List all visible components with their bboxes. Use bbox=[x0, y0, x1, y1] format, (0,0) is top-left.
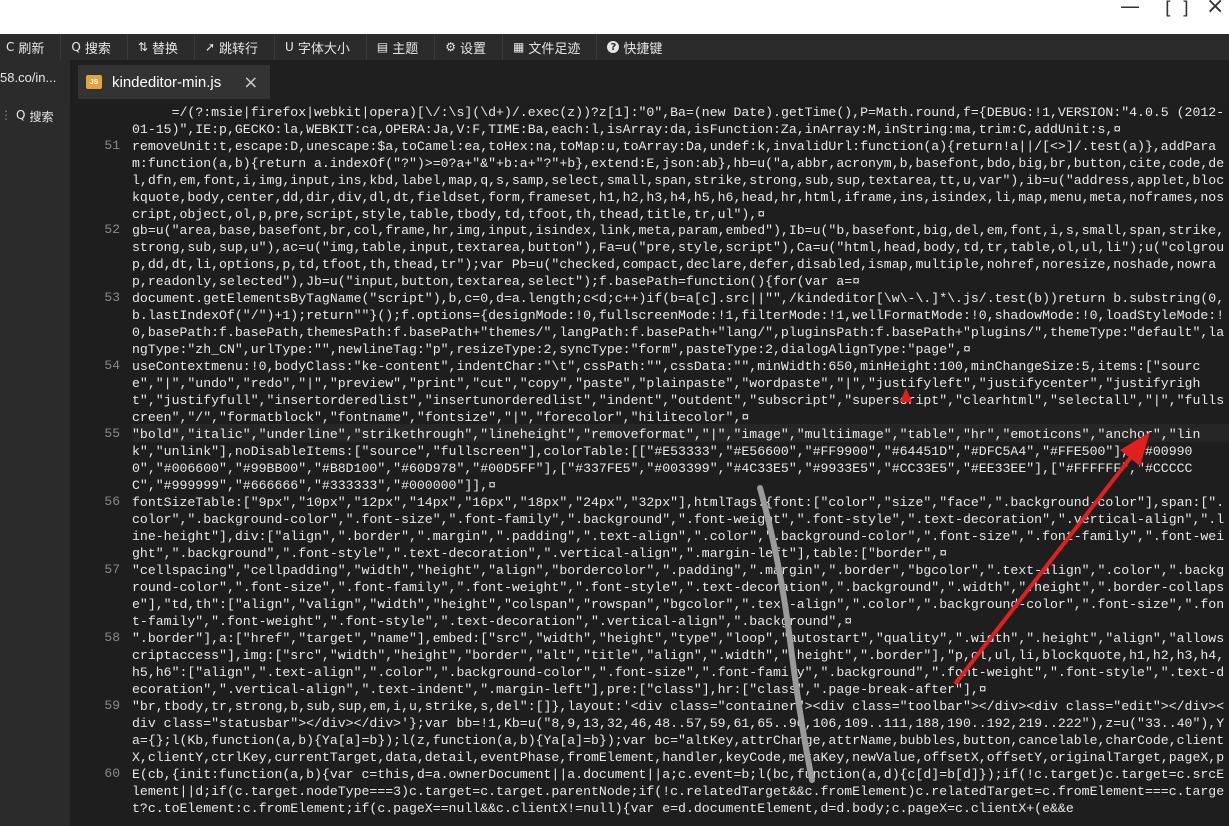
theme-button[interactable]: ▤ 主题 bbox=[371, 34, 430, 60]
shortcuts-label: 快捷键 bbox=[623, 40, 663, 56]
toolbar-divider bbox=[126, 34, 128, 60]
line-number: 52 bbox=[104, 222, 120, 237]
code-line: "cellspacing","cellpadding","width","hei… bbox=[132, 563, 1225, 629]
theme-icon: ▤ bbox=[376, 40, 389, 54]
code-area[interactable]: =/(?:msie|firefox|webkit|opera)[\/:\s](\… bbox=[132, 104, 1229, 826]
font-size-button[interactable]: U 字体大小 bbox=[279, 34, 362, 60]
settings-label: 设置 bbox=[459, 40, 486, 56]
left-divider-mark: ⋮ bbox=[0, 108, 12, 122]
line-number-gutter: 51 52 53 54 55 56 57 58 59 60 bbox=[70, 104, 125, 826]
refresh-button[interactable]: C 刷新 bbox=[0, 34, 56, 60]
replace-icon: ⇅ bbox=[137, 40, 148, 54]
left-search-button[interactable]: ⋮ Q 搜索 bbox=[0, 108, 70, 125]
font-size-icon: U bbox=[285, 40, 294, 54]
toolbar-divider bbox=[274, 34, 276, 60]
theme-label: 主题 bbox=[392, 40, 419, 56]
code-line: "bold","italic","underline","strikethrou… bbox=[132, 427, 1201, 493]
shortcuts-button[interactable]: ? 快捷键 bbox=[601, 34, 674, 60]
search-button[interactable]: Q 搜索 bbox=[65, 34, 122, 60]
line-number: 57 bbox=[104, 562, 120, 577]
code-editor[interactable]: 51 52 53 54 55 56 57 58 59 60 =/(?:msie|… bbox=[70, 104, 1229, 826]
maximize-icon[interactable]: [ ] bbox=[1165, 0, 1191, 19]
line-number: 53 bbox=[104, 290, 120, 305]
js-file-icon: JS bbox=[86, 75, 102, 89]
browser-url-tab[interactable]: 58.co/in... bbox=[0, 70, 70, 85]
left-panel: 58.co/in... ⋮ Q 搜索 bbox=[0, 60, 70, 826]
code-line: gb=u("area,base,basefont,br,col,frame,hr… bbox=[132, 223, 1225, 289]
search-icon: Q bbox=[16, 108, 26, 122]
file-tab-bar: JS kindeditor-min.js × bbox=[70, 60, 1229, 104]
code-line: =/(?:msie|firefox|webkit|opera)[\/:\s](\… bbox=[132, 105, 1225, 137]
line-number: 60 bbox=[104, 766, 120, 781]
search-icon: Q bbox=[71, 40, 81, 54]
code-line: removeUnit:t,escape:D,unescape:$a,toCame… bbox=[132, 139, 1225, 222]
toolbar-divider bbox=[60, 34, 62, 60]
file-tab-kindeditor[interactable]: JS kindeditor-min.js × bbox=[78, 65, 270, 99]
line-number: 55 bbox=[104, 426, 120, 441]
code-line: document.getElementsByTagName("script"),… bbox=[132, 291, 1225, 357]
settings-button[interactable]: ⚙ 设置 bbox=[439, 34, 498, 60]
close-window-icon[interactable]: × bbox=[1206, 0, 1224, 19]
goto-line-label: 跳转行 bbox=[219, 40, 259, 56]
toolbar-divider bbox=[501, 34, 503, 60]
toolbar-divider bbox=[434, 34, 436, 60]
gear-icon: ⚙ bbox=[445, 40, 456, 54]
code-line: useContextmenu:!0,bodyClass:"ke-content"… bbox=[132, 359, 1225, 425]
search-label: 搜索 bbox=[84, 40, 111, 56]
line-number: 51 bbox=[104, 138, 120, 153]
file-footprint-label: 文件足迹 bbox=[528, 40, 581, 56]
toolbar-divider bbox=[365, 34, 367, 60]
close-tab-icon[interactable]: × bbox=[243, 72, 258, 93]
goto-icon: ➚ bbox=[204, 40, 216, 54]
toolbar-divider bbox=[596, 34, 598, 60]
editor-toolbar: C 刷新 Q 搜索 ⇅ 替换 ➚ 跳转行 U 字体大小 ▤ 主题 ⚙ 设置 ▦ … bbox=[0, 34, 1229, 60]
code-line: "br,tbody,tr,strong,b,sub,sup,em,i,u,str… bbox=[132, 699, 1225, 765]
replace-label: 替换 bbox=[151, 40, 178, 56]
toolbar-divider bbox=[193, 34, 195, 60]
minimize-icon[interactable]: — bbox=[1120, 0, 1140, 18]
line-number: 56 bbox=[104, 494, 120, 509]
line-number: 59 bbox=[104, 698, 120, 713]
code-line: ".border"],a:["href","target","name"],em… bbox=[132, 631, 1225, 697]
file-footprint-button[interactable]: ▦ 文件足迹 bbox=[507, 34, 592, 60]
line-number: 58 bbox=[104, 630, 120, 645]
file-tab-label: kindeditor-min.js bbox=[112, 73, 222, 91]
window-titlebar: — [ ] × bbox=[0, 0, 1229, 34]
refresh-icon: C bbox=[6, 40, 15, 54]
help-icon: ? bbox=[607, 41, 620, 53]
code-line: E(cb,{init:function(a,b){var c=this,d=a.… bbox=[132, 767, 1225, 816]
footprint-icon: ▦ bbox=[512, 40, 525, 54]
font-size-label: 字体大小 bbox=[297, 40, 350, 56]
goto-line-button[interactable]: ➚ 跳转行 bbox=[199, 34, 270, 60]
left-search-label: 搜索 bbox=[29, 110, 54, 124]
replace-button[interactable]: ⇅ 替换 bbox=[132, 34, 190, 60]
refresh-label: 刷新 bbox=[18, 40, 45, 56]
line-number: 54 bbox=[104, 358, 120, 373]
code-line: fontSizeTable:["9px","10px","12px","14px… bbox=[132, 495, 1225, 561]
